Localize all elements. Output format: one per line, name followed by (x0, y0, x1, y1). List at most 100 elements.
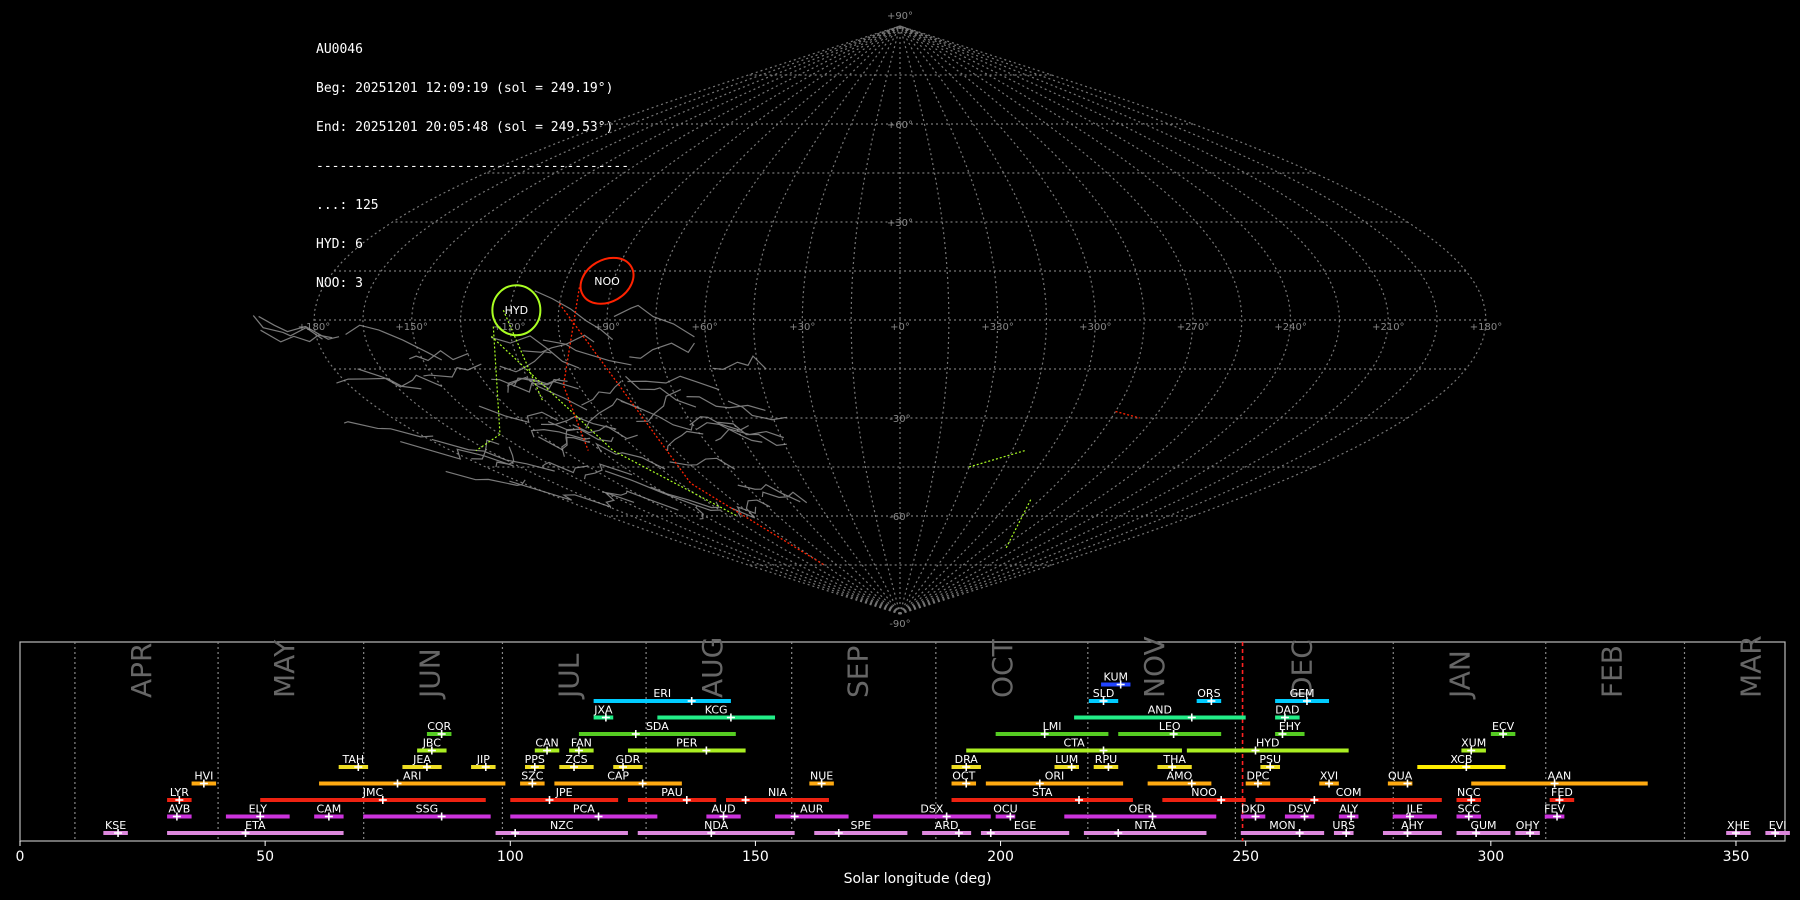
shower-label-kse: KSE (105, 819, 126, 832)
shower-label-amo: AMO (1167, 770, 1193, 783)
month-label: OCT (986, 638, 1019, 698)
longitude-label: +0° (890, 322, 910, 333)
shower-timeline-chart: APR MAY JUN JUL AUG SEP OCT NOV DEC JAN FEB MARKUME… (16, 635, 1790, 887)
month-label: MAY (268, 639, 301, 698)
shower-label-kum: KUM (1104, 671, 1128, 684)
meteor-trail (595, 442, 666, 470)
longitude-label: +270° (1177, 322, 1209, 333)
shower-label-ahy: AHY (1401, 819, 1424, 832)
month-label: MAR (1734, 635, 1767, 698)
shower-label-fed: FED (1551, 786, 1573, 799)
shower-label-dkd: DKD (1241, 803, 1265, 816)
sky-map: +90°+60°+30°-30°-60°-90°+180° +150° +120° +… (252, 11, 1502, 630)
shower-label-szc: SZC (521, 770, 544, 783)
shower-label-pca: PCA (573, 803, 595, 816)
meteor-trail (471, 451, 555, 472)
meteor-trail (445, 470, 526, 486)
meteor-trail (336, 377, 422, 390)
shower-label-ori: ORI (1045, 770, 1065, 783)
shower-label-ege: EGE (1014, 819, 1036, 832)
shower-label-fev: FEV (1544, 803, 1565, 816)
shower-label-com: COM (1336, 786, 1362, 799)
shower-label-can: CAN (535, 737, 558, 750)
shower-label-leo: LEO (1159, 720, 1181, 733)
x-tick-label: 100 (497, 849, 524, 865)
x-tick-label: 0 (16, 849, 25, 865)
shower-label-cap: CAP (607, 770, 629, 783)
noo-trails (558, 287, 1140, 566)
shower-label-jmc: JMC (362, 786, 384, 799)
shower-label-xum: XUM (1461, 737, 1486, 750)
radiant-label-noo: NOO (594, 275, 620, 288)
meteor-trail (629, 342, 695, 359)
x-tick-label: 350 (1723, 849, 1750, 865)
shower-label-xcb: XCB (1450, 753, 1472, 766)
shower-label-tah: TAH (342, 753, 365, 766)
latitude-label: +30° (887, 218, 913, 229)
shower-label-nue: NUE (810, 770, 833, 783)
x-tick-label: 50 (256, 849, 274, 865)
shower-label-xhe: XHE (1727, 819, 1750, 832)
shower-label-hyd: HYD (1256, 737, 1279, 750)
shower-label-per: PER (676, 737, 698, 750)
shower-label-dra: DRA (955, 753, 979, 766)
noo-trail (1115, 410, 1140, 419)
month-label: JAN (1443, 650, 1476, 700)
x-tick-label: 250 (1232, 849, 1259, 865)
month-label: JUN (414, 648, 447, 700)
month-label: JUL (552, 653, 585, 700)
hyd-trail (1005, 499, 1032, 549)
shower-label-nda: NDA (704, 819, 729, 832)
x-tick-label: 150 (742, 849, 769, 865)
meteor-trail (542, 339, 632, 366)
latitude-label: -90° (889, 619, 910, 630)
month-label: FEB (1596, 645, 1629, 698)
shower-label-ard: ARD (935, 819, 959, 832)
shower-label-gdr: GDR (616, 753, 641, 766)
meteor-trail (737, 483, 801, 503)
shower-label-and: AND (1148, 704, 1172, 717)
shower-label-ssg: SSG (416, 803, 439, 816)
meteor-trails (252, 290, 808, 520)
latitude-label: +60° (887, 120, 913, 131)
latitude-label: -30° (889, 414, 910, 425)
shower-label-dsx: DSX (920, 803, 943, 816)
shower-label-oct: OCT (952, 770, 975, 783)
meteor-trail (696, 422, 763, 443)
shower-label-dpc: DPC (1247, 770, 1270, 783)
latitude-label: +90° (887, 11, 913, 22)
shower-label-sld: SLD (1093, 687, 1115, 700)
meteor-trail (509, 480, 611, 508)
shower-label-aud: AUD (712, 803, 736, 816)
shower-label-fan: FAN (571, 737, 592, 750)
shower-label-spe: SPE (851, 819, 872, 832)
shower-label-cam: CAM (317, 803, 342, 816)
longitude-label: +180° (1470, 322, 1502, 333)
longitude-label: +210° (1372, 322, 1404, 333)
x-axis-label: Solar longitude (deg) (844, 871, 992, 887)
shower-label-aly: ALY (1339, 803, 1358, 816)
shower-label-ors: ORS (1197, 687, 1220, 700)
shower-label-aur: AUR (800, 803, 824, 816)
x-tick-label: 300 (1477, 849, 1504, 865)
shower-label-ocu: OCU (993, 803, 1017, 816)
shower-label-eri: ERI (653, 687, 671, 700)
shower-label-jbc: JBC (422, 737, 442, 750)
longitude-label: +60° (692, 322, 718, 333)
shower-label-lmi: LMI (1043, 720, 1062, 733)
shower-label-xvi: XVI (1320, 770, 1338, 783)
meteor-trail (669, 457, 736, 470)
shower-label-jea: JEA (412, 753, 431, 766)
meridian-line (655, 25, 901, 615)
latitude-label: -60° (889, 512, 910, 523)
shower-label-urs: URS (1332, 819, 1355, 832)
meteor-trail (712, 355, 767, 370)
shower-label-oer: OER (1129, 803, 1153, 816)
meteor-trail (507, 376, 588, 411)
shower-label-mon: MON (1269, 819, 1295, 832)
shower-label-jpe: JPE (555, 786, 573, 799)
shower-label-ehy: EHY (1279, 720, 1301, 733)
shower-label-lyr: LYR (170, 786, 189, 799)
shower-label-eta: ETA (245, 819, 266, 832)
shower-label-zcs: ZCS (565, 753, 587, 766)
